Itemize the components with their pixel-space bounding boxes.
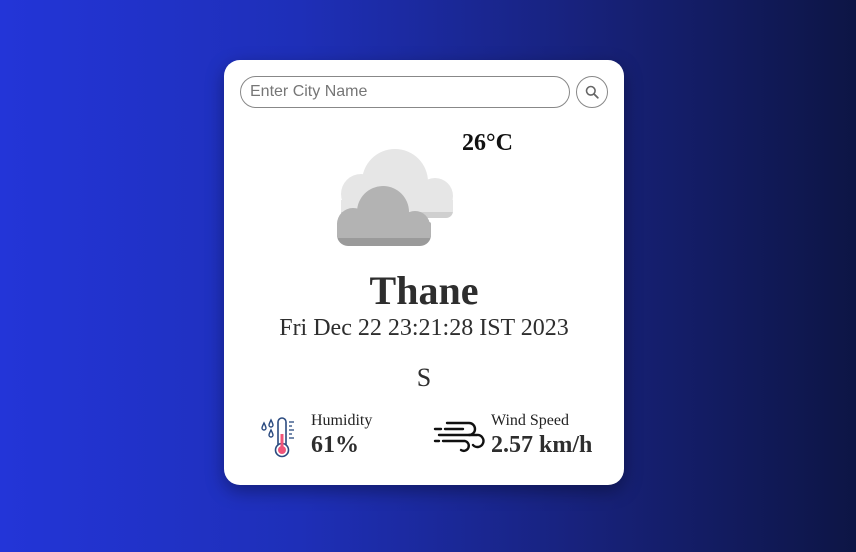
humidity-label: Humidity bbox=[311, 412, 373, 429]
city-search-input[interactable] bbox=[240, 76, 570, 108]
city-name: Thane bbox=[369, 268, 479, 313]
humidity-value: 61% bbox=[311, 432, 359, 458]
wind-label: Wind Speed bbox=[491, 412, 570, 429]
wind-value: 2.57 km/h bbox=[491, 432, 593, 458]
wind-stat: Wind Speed 2.57 km/h bbox=[491, 410, 592, 458]
search-button[interactable] bbox=[576, 76, 608, 108]
humidity-stat: Humidity 61% bbox=[311, 410, 372, 458]
search-icon bbox=[585, 85, 599, 99]
weather-description: S bbox=[416, 363, 432, 392]
wind-icon bbox=[433, 421, 485, 453]
date-time: Fri Dec 22 23:21:28 IST 2023 bbox=[279, 315, 569, 341]
cloudy-icon bbox=[337, 149, 453, 246]
weather-card: 26°C Thane Fri Dec 22 23:21:28 IST 2023 … bbox=[224, 60, 624, 485]
temperature: 26°C bbox=[462, 130, 513, 156]
search-bar bbox=[240, 76, 608, 108]
thermometer-humidity-icon bbox=[261, 417, 294, 458]
